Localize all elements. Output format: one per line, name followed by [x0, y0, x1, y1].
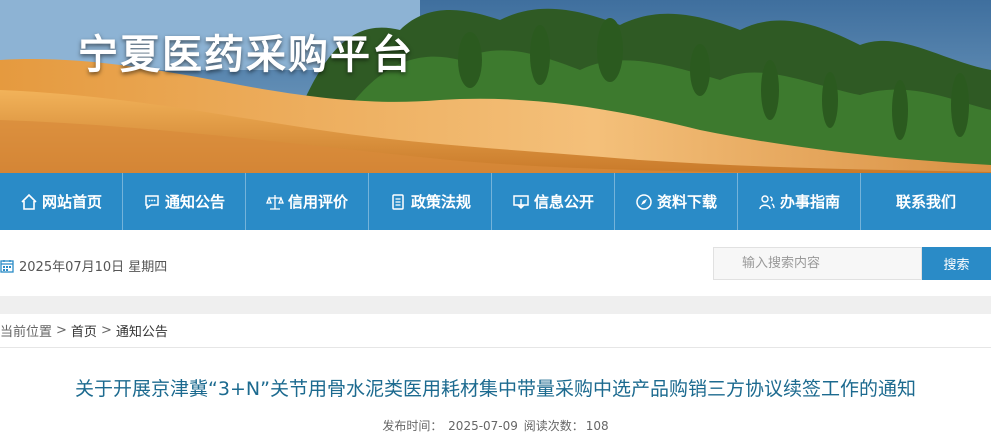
main-nav: 网站首页 通知公告 信用评价 政策法规 信息公开 资料下载 办事指南 联系我们 [0, 173, 991, 230]
search-button[interactable]: 搜索 [922, 247, 991, 280]
nav-item-contact[interactable]: 联系我们 [861, 173, 991, 230]
users-icon [758, 193, 776, 211]
nav-item-label: 网站首页 [41, 193, 102, 211]
views-label: 阅读次数： [523, 419, 584, 433]
nav-item-label: 信用评价 [287, 193, 348, 211]
nav-item-label: 资料下载 [656, 193, 717, 211]
site-title: 宁夏医药采购平台 [78, 32, 414, 78]
monitor-download-icon [512, 193, 530, 211]
breadcrumb-notices-link[interactable]: 通知公告 [116, 321, 168, 340]
date-text: 2025年07月10日 星期四 [19, 260, 168, 275]
balance-scale-icon [266, 193, 284, 211]
document-list-icon [389, 193, 407, 211]
nav-item-home[interactable]: 网站首页 [0, 173, 123, 230]
search-input[interactable] [713, 247, 922, 280]
calendar-icon [0, 259, 14, 273]
article-meta: 发布时间： 2025-07-09 阅读次数： 108 [0, 417, 991, 434]
nav-item-policy[interactable]: 政策法规 [369, 173, 492, 230]
publish-date: 2025-07-09 [448, 419, 518, 433]
breadcrumb: 当前位置 > 首页 > 通知公告 [0, 314, 991, 348]
publish-label: 发布时间： [382, 419, 443, 433]
utility-bar: 2025年07月10日 星期四 搜索 [0, 230, 991, 296]
breadcrumb-separator: > [100, 323, 112, 338]
nav-item-downloads[interactable]: 资料下载 [615, 173, 738, 230]
home-icon [20, 193, 38, 211]
nav-item-disclosure[interactable]: 信息公开 [492, 173, 615, 230]
chat-bubble-icon [143, 193, 161, 211]
nav-item-credit[interactable]: 信用评价 [246, 173, 369, 230]
current-date: 2025年07月10日 星期四 [0, 256, 167, 275]
breadcrumb-separator: > [56, 323, 67, 338]
compass-icon [635, 193, 653, 211]
nav-item-label: 政策法规 [410, 193, 471, 211]
nav-item-notices[interactable]: 通知公告 [123, 173, 246, 230]
section-divider [0, 296, 991, 314]
nav-item-label: 通知公告 [164, 193, 225, 211]
breadcrumb-label: 当前位置 [0, 325, 53, 340]
nav-item-label: 联系我们 [895, 193, 956, 211]
views-count: 108 [585, 419, 609, 433]
header-banner: 宁夏医药采购平台 [0, 0, 991, 173]
breadcrumb-home-link[interactable]: 首页 [71, 321, 97, 340]
nav-item-guide[interactable]: 办事指南 [738, 173, 861, 230]
nav-item-label: 办事指南 [779, 193, 840, 211]
nav-item-label: 信息公开 [533, 193, 594, 211]
article-title: 关于开展京津冀“3+N”关节用骨水泥类医用耗材集中带量采购中选产品购销三方协议续… [75, 378, 916, 400]
